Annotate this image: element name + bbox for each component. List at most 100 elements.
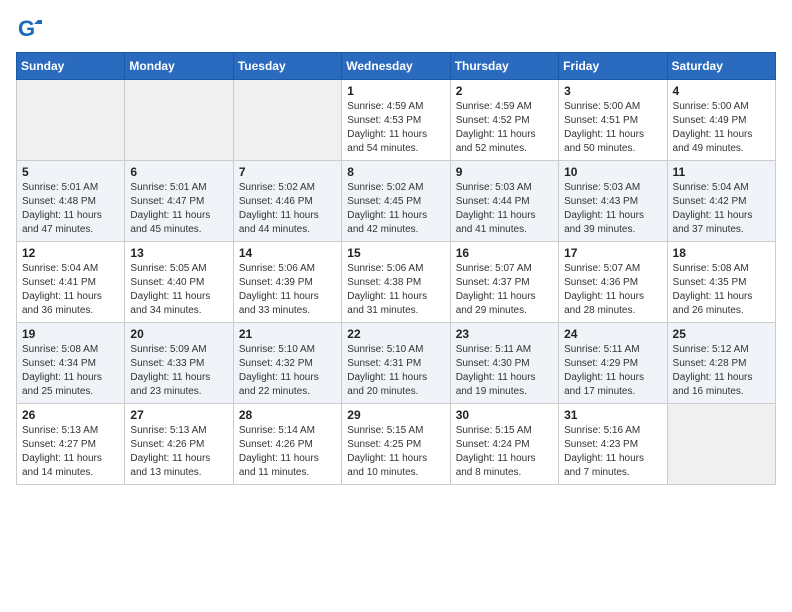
calendar-header: SundayMondayTuesdayWednesdayThursdayFrid… [17, 53, 776, 80]
svg-text:G: G [18, 16, 35, 41]
day-number: 30 [456, 408, 553, 422]
day-info: Sunrise: 5:15 AM Sunset: 4:25 PM Dayligh… [347, 424, 444, 480]
day-info: Sunrise: 5:11 AM Sunset: 4:30 PM Dayligh… [456, 343, 553, 399]
day-number: 13 [130, 246, 227, 260]
calendar-day-cell [233, 80, 341, 161]
day-number: 26 [22, 408, 119, 422]
day-info: Sunrise: 5:09 AM Sunset: 4:33 PM Dayligh… [130, 343, 227, 399]
day-info: Sunrise: 5:04 AM Sunset: 4:41 PM Dayligh… [22, 262, 119, 318]
day-number: 16 [456, 246, 553, 260]
day-number: 12 [22, 246, 119, 260]
day-info: Sunrise: 4:59 AM Sunset: 4:53 PM Dayligh… [347, 100, 444, 156]
calendar-day-cell: 31Sunrise: 5:16 AM Sunset: 4:23 PM Dayli… [559, 404, 667, 485]
day-number: 21 [239, 327, 336, 341]
day-number: 19 [22, 327, 119, 341]
day-info: Sunrise: 5:10 AM Sunset: 4:32 PM Dayligh… [239, 343, 336, 399]
calendar-week-row: 12 Sunrise: 5:04 AM Sunset: 4:41 PM Dayli… [17, 242, 776, 323]
day-number: 25 [673, 327, 770, 341]
day-info: Sunrise: 5:07 AM Sunset: 4:36 PM Dayligh… [564, 262, 661, 318]
calendar-day-cell: 26Sunrise: 5:13 AM Sunset: 4:27 PM Dayli… [17, 404, 125, 485]
day-info: Sunrise: 5:04 AM Sunset: 4:42 PM Dayligh… [673, 181, 770, 237]
day-info: Sunrise: 5:00 AM Sunset: 4:49 PM Dayligh… [673, 100, 770, 156]
day-info: Sunrise: 4:59 AM Sunset: 4:52 PM Dayligh… [456, 100, 553, 156]
day-info: Sunrise: 5:01 AM Sunset: 4:48 PM Dayligh… [22, 181, 119, 237]
calendar-day-cell: 10Sunrise: 5:03 AM Sunset: 4:43 PM Dayli… [559, 161, 667, 242]
day-number: 29 [347, 408, 444, 422]
day-info: Sunrise: 5:08 AM Sunset: 4:34 PM Dayligh… [22, 343, 119, 399]
day-number: 23 [456, 327, 553, 341]
day-number: 28 [239, 408, 336, 422]
day-number: 11 [673, 165, 770, 179]
calendar-day-cell: 22 Sunrise: 5:10 AM Sunset: 4:31 PM Dayli… [342, 323, 450, 404]
weekday-header: Friday [559, 53, 667, 80]
day-info: Sunrise: 5:02 AM Sunset: 4:45 PM Dayligh… [347, 181, 444, 237]
calendar-table: SundayMondayTuesdayWednesdayThursdayFrid… [16, 52, 776, 485]
day-number: 8 [347, 165, 444, 179]
day-info: Sunrise: 5:00 AM Sunset: 4:51 PM Dayligh… [564, 100, 661, 156]
day-info: Sunrise: 5:12 AM Sunset: 4:28 PM Dayligh… [673, 343, 770, 399]
calendar-day-cell: 19 Sunrise: 5:08 AM Sunset: 4:34 PM Dayli… [17, 323, 125, 404]
day-number: 31 [564, 408, 661, 422]
day-number: 1 [347, 84, 444, 98]
day-info: Sunrise: 5:03 AM Sunset: 4:44 PM Dayligh… [456, 181, 553, 237]
calendar-day-cell [667, 404, 775, 485]
calendar-day-cell: 8 Sunrise: 5:02 AM Sunset: 4:45 PM Daylig… [342, 161, 450, 242]
calendar-day-cell: 30 Sunrise: 5:15 AM Sunset: 4:24 PM Dayli… [450, 404, 558, 485]
day-info: Sunrise: 5:10 AM Sunset: 4:31 PM Dayligh… [347, 343, 444, 399]
calendar-day-cell: 3Sunrise: 5:00 AM Sunset: 4:51 PM Daylig… [559, 80, 667, 161]
calendar-day-cell: 29 Sunrise: 5:15 AM Sunset: 4:25 PM Dayli… [342, 404, 450, 485]
calendar-day-cell: 2 Sunrise: 4:59 AM Sunset: 4:52 PM Daylig… [450, 80, 558, 161]
day-info: Sunrise: 5:07 AM Sunset: 4:37 PM Dayligh… [456, 262, 553, 318]
day-info: Sunrise: 5:01 AM Sunset: 4:47 PM Dayligh… [130, 181, 227, 237]
weekday-header-row: SundayMondayTuesdayWednesdayThursdayFrid… [17, 53, 776, 80]
calendar-day-cell: 9 Sunrise: 5:03 AM Sunset: 4:44 PM Daylig… [450, 161, 558, 242]
weekday-header: Monday [125, 53, 233, 80]
calendar-day-cell: 18Sunrise: 5:08 AM Sunset: 4:35 PM Dayli… [667, 242, 775, 323]
day-number: 5 [22, 165, 119, 179]
day-number: 17 [564, 246, 661, 260]
calendar-day-cell: 28 Sunrise: 5:14 AM Sunset: 4:26 PM Dayli… [233, 404, 341, 485]
calendar-day-cell: 4 Sunrise: 5:00 AM Sunset: 4:49 PM Daylig… [667, 80, 775, 161]
day-number: 24 [564, 327, 661, 341]
calendar-day-cell: 20Sunrise: 5:09 AM Sunset: 4:33 PM Dayli… [125, 323, 233, 404]
calendar-week-row: 5 Sunrise: 5:01 AM Sunset: 4:48 PM Daylig… [17, 161, 776, 242]
calendar-week-row: 19 Sunrise: 5:08 AM Sunset: 4:34 PM Dayli… [17, 323, 776, 404]
day-number: 22 [347, 327, 444, 341]
day-number: 4 [673, 84, 770, 98]
day-info: Sunrise: 5:03 AM Sunset: 4:43 PM Dayligh… [564, 181, 661, 237]
calendar-day-cell: 7Sunrise: 5:02 AM Sunset: 4:46 PM Daylig… [233, 161, 341, 242]
day-number: 15 [347, 246, 444, 260]
day-info: Sunrise: 5:14 AM Sunset: 4:26 PM Dayligh… [239, 424, 336, 480]
calendar-day-cell [17, 80, 125, 161]
calendar-day-cell: 1 Sunrise: 4:59 AM Sunset: 4:53 PM Daylig… [342, 80, 450, 161]
day-info: Sunrise: 5:06 AM Sunset: 4:39 PM Dayligh… [239, 262, 336, 318]
weekday-header: Wednesday [342, 53, 450, 80]
day-number: 2 [456, 84, 553, 98]
logo: G [16, 16, 48, 44]
calendar-day-cell: 15 Sunrise: 5:06 AM Sunset: 4:38 PM Dayli… [342, 242, 450, 323]
day-info: Sunrise: 5:15 AM Sunset: 4:24 PM Dayligh… [456, 424, 553, 480]
calendar-day-cell: 11 Sunrise: 5:04 AM Sunset: 4:42 PM Dayli… [667, 161, 775, 242]
day-number: 9 [456, 165, 553, 179]
calendar-day-cell: 6 Sunrise: 5:01 AM Sunset: 4:47 PM Daylig… [125, 161, 233, 242]
calendar-day-cell: 24 Sunrise: 5:11 AM Sunset: 4:29 PM Dayli… [559, 323, 667, 404]
calendar-week-row: 1 Sunrise: 4:59 AM Sunset: 4:53 PM Daylig… [17, 80, 776, 161]
day-number: 14 [239, 246, 336, 260]
weekday-header: Sunday [17, 53, 125, 80]
calendar-day-cell: 13 Sunrise: 5:05 AM Sunset: 4:40 PM Dayli… [125, 242, 233, 323]
day-info: Sunrise: 5:13 AM Sunset: 4:26 PM Dayligh… [130, 424, 227, 480]
day-number: 27 [130, 408, 227, 422]
weekday-header: Thursday [450, 53, 558, 80]
calendar-day-cell: 16 Sunrise: 5:07 AM Sunset: 4:37 PM Dayli… [450, 242, 558, 323]
day-info: Sunrise: 5:02 AM Sunset: 4:46 PM Dayligh… [239, 181, 336, 237]
calendar-day-cell: 17 Sunrise: 5:07 AM Sunset: 4:36 PM Dayli… [559, 242, 667, 323]
page-header: G [16, 16, 776, 44]
day-info: Sunrise: 5:11 AM Sunset: 4:29 PM Dayligh… [564, 343, 661, 399]
calendar-day-cell: 25 Sunrise: 5:12 AM Sunset: 4:28 PM Dayli… [667, 323, 775, 404]
calendar-day-cell [125, 80, 233, 161]
day-info: Sunrise: 5:06 AM Sunset: 4:38 PM Dayligh… [347, 262, 444, 318]
day-info: Sunrise: 5:05 AM Sunset: 4:40 PM Dayligh… [130, 262, 227, 318]
day-number: 6 [130, 165, 227, 179]
calendar-day-cell: 27 Sunrise: 5:13 AM Sunset: 4:26 PM Dayli… [125, 404, 233, 485]
calendar-week-row: 26Sunrise: 5:13 AM Sunset: 4:27 PM Dayli… [17, 404, 776, 485]
